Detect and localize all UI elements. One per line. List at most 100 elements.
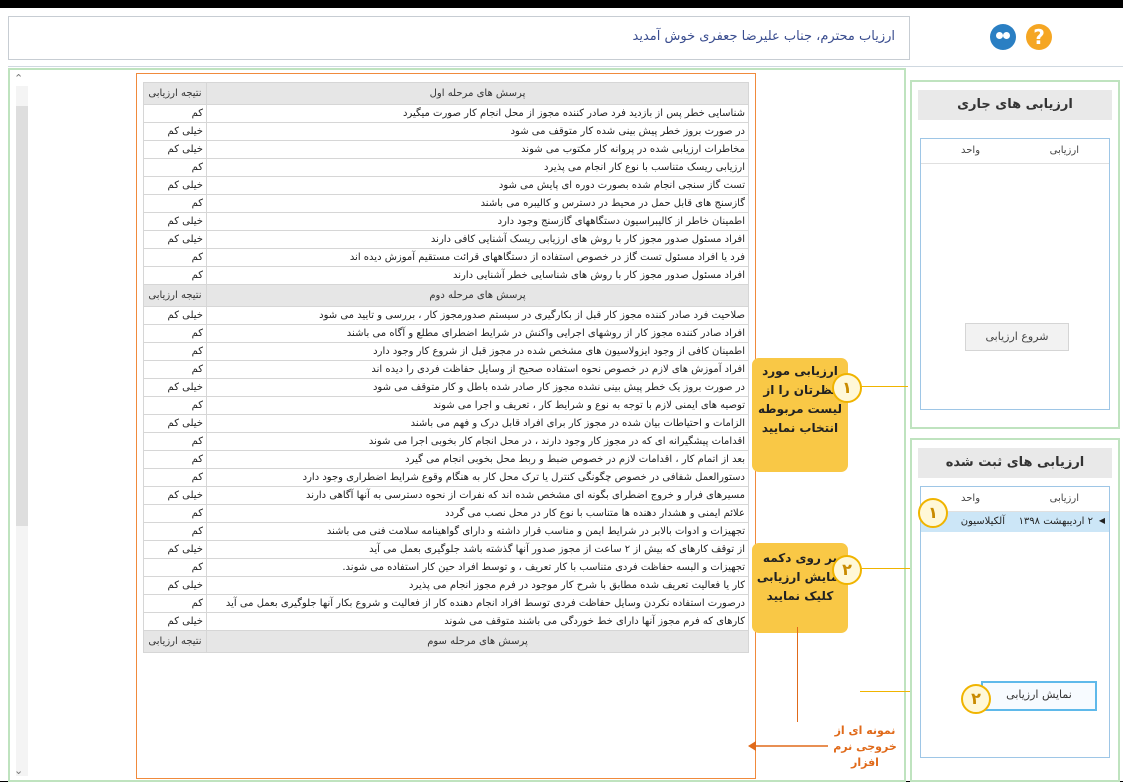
question-text: شناسایی خطر پس از بازدید فرد صادر کننده … [206,104,749,123]
question-result: خیلی کم [143,612,207,631]
question-result: خیلی کم [143,176,207,195]
question-row: درصورت استفاده نکردن وسایل حفاظت فردی تو… [143,594,749,613]
question-result: کم [143,194,207,213]
question-row: توصیه های ایمنی لازم با توجه به نوع و شر… [143,396,749,415]
question-result: کم [143,248,207,267]
connector-1 [860,386,908,387]
question-text: در صورت بروز خطر پیش بینی شده کار متوقف … [206,122,749,141]
question-result: خیلی کم [143,486,207,505]
question-text: الزامات و احتیاطات بیان شده در مجوز کار … [206,414,749,433]
question-row: بعد از اتمام کار ، اقدامات لازم در خصوص … [143,450,749,469]
col-unit: واحد [961,493,981,504]
saved-evaluations-panel: ارزیابی های ثبت شده ارزیابی واحد ◀ ۲ ارد… [910,438,1120,782]
question-row: اقدامات پیشگیرانه ای که در مجوز کار وجود… [143,432,749,451]
callout-select-evaluation: ارزیابی مورد نظرتان را از لیست مربوطه ان… [752,358,848,472]
question-result: کم [143,324,207,343]
question-result: خیلی کم [143,378,207,397]
question-result: کم [143,266,207,285]
callout-1-text: ارزیابی مورد نظرتان را از لیست مربوطه ان… [758,364,842,435]
result-column-header: نتیجه ارزیابی [143,284,207,307]
question-text: اطمینان خاطر از کالیبراسیون دستگاههای گا… [206,212,749,231]
question-row: تجهیزات و ادوات بالابر در شرایط ایمن و م… [143,522,749,541]
question-result: کم [143,342,207,361]
question-row: از توقف کارهای که بیش از ۲ ساعت از مجوز … [143,540,749,559]
callout-2-badge-panel: ۲ [961,684,991,714]
question-result: کم [143,468,207,487]
scrollbar-thumb[interactable] [16,106,28,526]
question-result: خیلی کم [143,414,207,433]
callout-show-evaluation: بر روی دکمه نمایش ارزیابی کلیک نمایید [752,543,848,633]
question-row: در صورت بروز یک خطر پیش بینی نشده مجوز ک… [143,378,749,397]
question-text: درصورت استفاده نکردن وسایل حفاظت فردی تو… [206,594,749,613]
arrow-left-icon [748,741,828,751]
section-title: پرسش های مرحله اول [206,82,749,105]
callout-1-badge-panel: ۱ [918,498,948,528]
vertical-scrollbar[interactable] [16,86,28,776]
saved-evaluation-row[interactable]: ◀ ۲ اردیبهشت ۱۳۹۸ آلکیلاسیون [921,512,1109,532]
question-text: افراد مسئول صدور مجوز کار با روش های ارز… [206,230,749,249]
show-evaluation-button[interactable]: نمایش ارزیابی [981,681,1097,711]
question-row: کارهای که فرم مجوز آنها دارای خط خوردگی … [143,612,749,631]
question-text: افراد آموزش های لازم در خصوص نحوه استفاد… [206,360,749,379]
question-text: اطمینان کافی از وجود ایزولاسیون های مشخص… [206,342,749,361]
question-row: افراد صادر کننده مجوز کار از روشهای اجرا… [143,324,749,343]
question-result: خیلی کم [143,576,207,595]
question-text: علائم ایمنی و هشدار دهنده ها متناسب با ن… [206,504,749,523]
scroll-up-arrow-icon[interactable]: ⌃ [14,72,23,85]
question-row: اطمینان خاطر از کالیبراسیون دستگاههای گا… [143,212,749,231]
col-evaluation: ارزیابی [1049,493,1079,504]
current-evaluations-panel: ارزیابی های جاری ارزیابی واحد شروع ارزیا… [910,80,1120,429]
question-text: تست گاز سنجی انجام شده بصورت دوره ای پای… [206,176,749,195]
scroll-down-arrow-icon[interactable]: ⌄ [14,764,23,777]
questionnaire-output: پرسش های مرحله اول نتیجه ارزیابی شناسایی خ… [136,73,756,779]
users-icon[interactable] [990,24,1016,50]
question-text: افراد مسئول صدور مجوز کار با روش های شنا… [206,266,749,285]
result-column-header: نتیجه ارزیابی [143,82,207,105]
question-row: کار یا فعالیت تعریف شده مطابق با شرح کار… [143,576,749,595]
question-text: مخاطرات ارزیابی شده در پروانه کار مکتوب … [206,140,749,159]
question-result: خیلی کم [143,230,207,249]
connector-note [797,627,798,722]
question-text: تجهیزات و ادوات بالابر در شرایط ایمن و م… [206,522,749,541]
question-row: اطمینان کافی از وجود ایزولاسیون های مشخص… [143,342,749,361]
question-result: کم [143,158,207,177]
question-row: علائم ایمنی و هشدار دهنده ها متناسب با ن… [143,504,749,523]
screen: ارزیاب محترم، جناب علیرضا جعفری خوش آمدی… [0,8,1123,782]
start-evaluation-button[interactable]: شروع ارزیابی [965,323,1069,351]
question-text: بعد از اتمام کار ، اقدامات لازم در خصوص … [206,450,749,469]
question-result: کم [143,104,207,123]
question-row: گازسنج های قابل حمل در محیط در دسترس و ک… [143,194,749,213]
question-row: افراد آموزش های لازم در خصوص نحوه استفاد… [143,360,749,379]
col-unit: واحد [961,145,981,156]
question-text: کار یا فعالیت تعریف شده مطابق با شرح کار… [206,576,749,595]
question-result: کم [143,522,207,541]
question-row: ارزیابی ریسک متناسب با نوع کار انجام می … [143,158,749,177]
callout-1-badge: ۱ [832,373,862,403]
question-text: فرد یا افراد مسئول تست گاز در خصوص استفا… [206,248,749,267]
question-text: دستورالعمل شفافی در خصوص چگونگی کنترل یا… [206,468,749,487]
sample-output-note: نمونه ای از خروجی نرم افزار [833,724,897,769]
section-header-row: پرسش های مرحله اول نتیجه ارزیابی [143,82,749,105]
question-row: شناسایی خطر پس از بازدید فرد صادر کننده … [143,104,749,123]
col-evaluation: ارزیابی [1049,145,1079,156]
question-text: ارزیابی ریسک متناسب با نوع کار انجام می … [206,158,749,177]
question-result: کم [143,450,207,469]
grid-header: ارزیابی واحد [921,487,1109,512]
question-row: الزامات و احتیاطات بیان شده در مجوز کار … [143,414,749,433]
help-icon[interactable]: ? [1026,24,1052,50]
question-text: توصیه های ایمنی لازم با توجه به نوع و شر… [206,396,749,415]
question-row: افراد مسئول صدور مجوز کار با روش های ارز… [143,230,749,249]
section-title: پرسش های مرحله دوم [206,284,749,307]
welcome-bar: ارزیاب محترم، جناب علیرضا جعفری خوش آمدی… [8,16,910,60]
result-column-header: نتیجه ارزیابی [143,630,207,653]
question-row: در صورت بروز خطر پیش بینی شده کار متوقف … [143,122,749,141]
section-header-row: پرسش های مرحله سوم نتیجه ارزیابی [143,630,749,653]
current-evaluations-title: ارزیابی های جاری [918,90,1112,120]
question-result: کم [143,432,207,451]
question-result: کم [143,558,207,577]
question-text: گازسنج های قابل حمل در محیط در دسترس و ک… [206,194,749,213]
question-row: افراد مسئول صدور مجوز کار با روش های شنا… [143,266,749,285]
question-text: کارهای که فرم مجوز آنها دارای خط خوردگی … [206,612,749,631]
header: ارزیاب محترم، جناب علیرضا جعفری خوش آمدی… [8,8,1123,67]
question-row: مسیرهای فرار و خروج اضطرای بگونه ای مشخص… [143,486,749,505]
